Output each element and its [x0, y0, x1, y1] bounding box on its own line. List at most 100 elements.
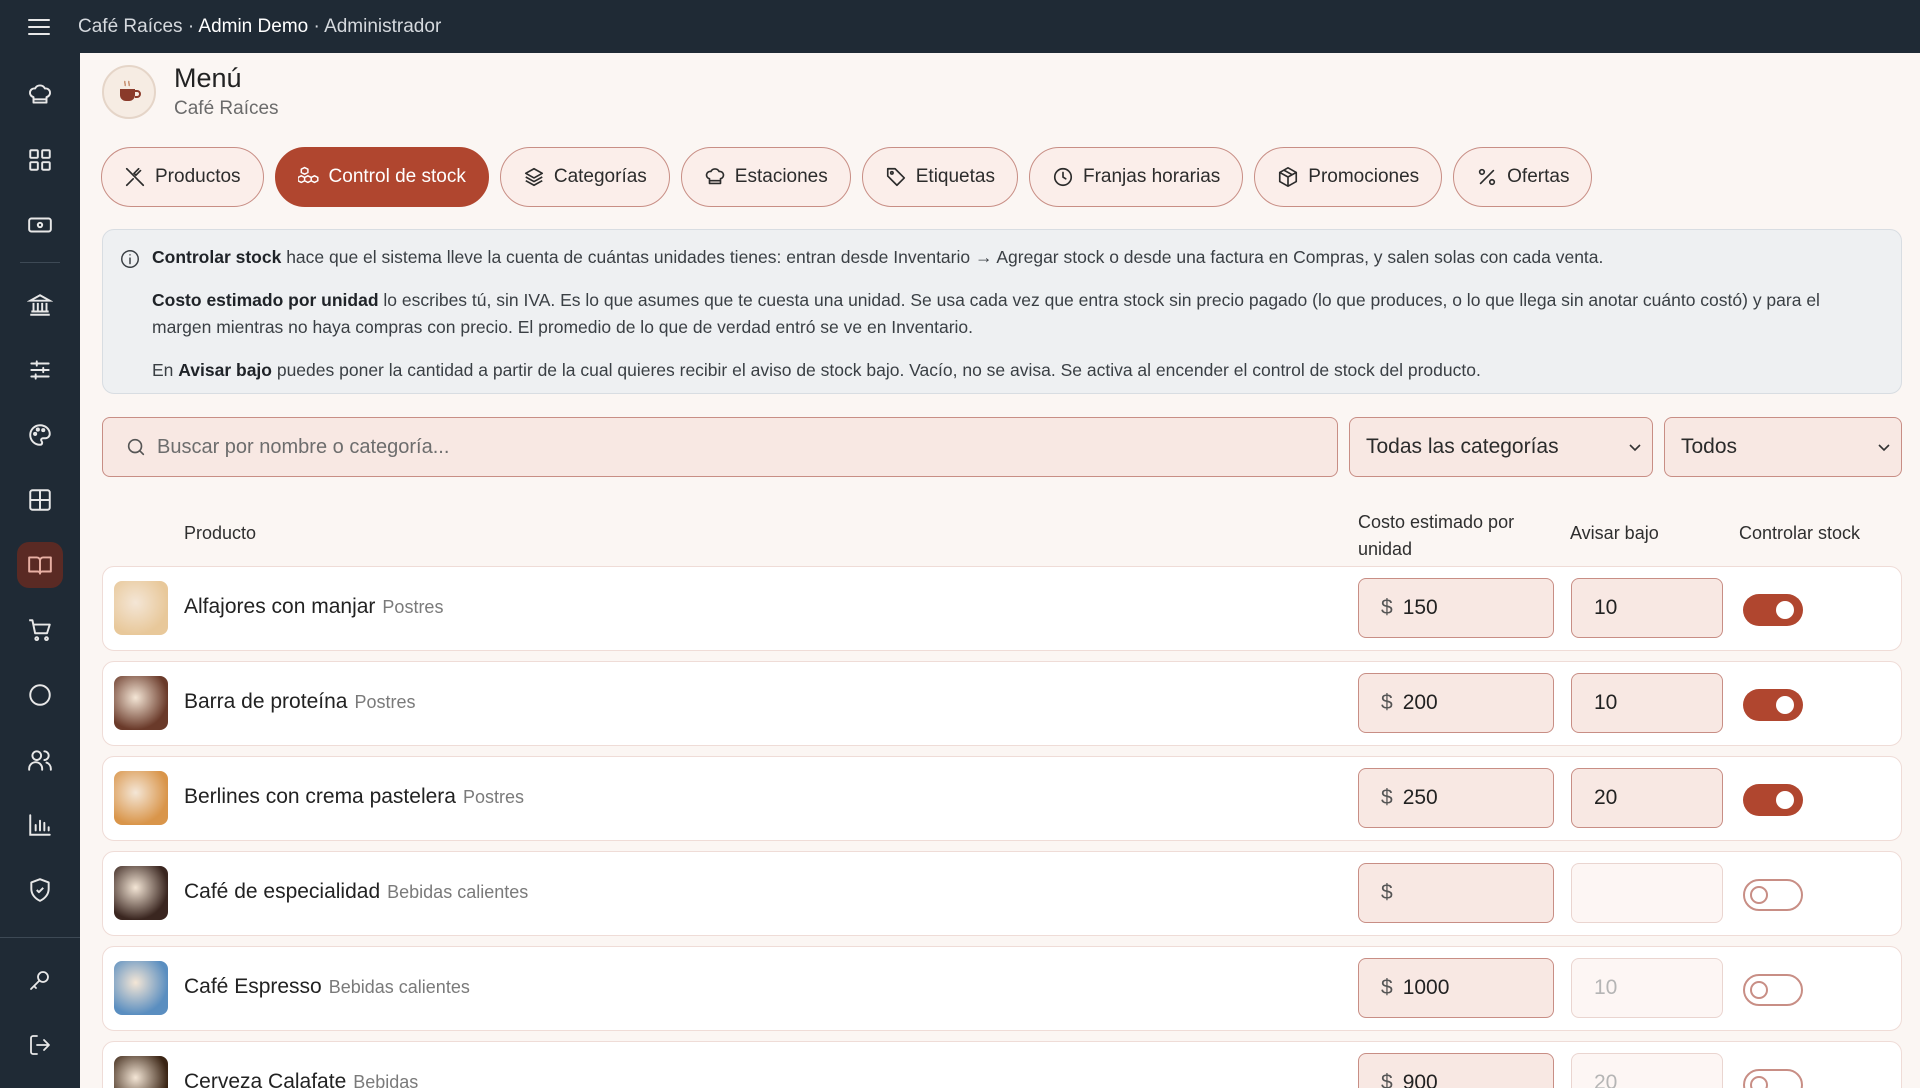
- chef-hat-icon[interactable]: [17, 72, 63, 118]
- circle-icon[interactable]: [17, 672, 63, 718]
- cost-input[interactable]: $900: [1358, 1053, 1554, 1088]
- low-stock-input[interactable]: 10: [1571, 578, 1723, 638]
- cafe-logo: [102, 64, 156, 119]
- book-icon[interactable]: [17, 542, 63, 588]
- low-stock-input[interactable]: 20: [1571, 768, 1723, 828]
- separator: ·: [313, 15, 320, 37]
- shield-check-icon[interactable]: [17, 867, 63, 913]
- bar-chart-icon[interactable]: [17, 802, 63, 848]
- tab-productos[interactable]: Productos: [101, 147, 264, 207]
- stock-control-toggle[interactable]: [1743, 974, 1803, 1006]
- product-name: Café de especialidad Bebidas calientes: [184, 880, 528, 904]
- page-header: Menú Café Raíces: [102, 63, 279, 120]
- product-category: Postres: [462, 787, 524, 807]
- low-stock-input[interactable]: 10: [1571, 958, 1723, 1018]
- info-icon: [121, 250, 139, 268]
- product-thumbnail: [114, 1056, 168, 1088]
- category-select[interactable]: Todas las categorías: [1349, 417, 1653, 477]
- user-role: Administrador: [324, 15, 442, 37]
- product-name: Cerveza Calafate Bebidas: [184, 1070, 418, 1088]
- tab-control-de-stock[interactable]: Control de stock: [274, 147, 489, 207]
- tab-promociones[interactable]: Promociones: [1254, 147, 1443, 207]
- tab-categorias[interactable]: Categorías: [499, 147, 670, 207]
- chef-hat-icon: [705, 168, 725, 185]
- tab-estaciones[interactable]: Estaciones: [680, 147, 851, 207]
- product-thumbnail: [114, 961, 168, 1015]
- palette-icon[interactable]: [17, 412, 63, 458]
- low-stock-value: 10: [1594, 691, 1618, 714]
- low-stock-value: 20: [1594, 786, 1618, 809]
- ticket-icon[interactable]: [17, 202, 63, 248]
- product-category: Postres: [354, 692, 416, 712]
- tab-label: Promociones: [1308, 166, 1420, 187]
- status-select[interactable]: Todos: [1664, 417, 1902, 477]
- product-thumbnail: [114, 581, 168, 635]
- search-input[interactable]: Buscar por nombre o categoría...: [102, 417, 1338, 477]
- low-stock-input[interactable]: 20: [1571, 1053, 1723, 1088]
- low-stock-value: 10: [1594, 976, 1618, 999]
- grid-icon[interactable]: [17, 137, 63, 183]
- sliders-icon[interactable]: [17, 347, 63, 393]
- stock-control-toggle[interactable]: [1743, 689, 1803, 721]
- info-paragraph: Costo estimado por unidad lo escribes tú…: [152, 290, 1820, 337]
- currency-symbol: $: [1381, 976, 1393, 999]
- header-product: Producto: [184, 523, 257, 543]
- tab-label: Etiquetas: [915, 166, 995, 187]
- tab-label: Franjas horarias: [1082, 166, 1221, 187]
- product-name-text: Berlines con crema pastelera: [184, 785, 456, 808]
- toggle-knob: [1750, 1076, 1768, 1088]
- low-stock-input[interactable]: [1571, 863, 1723, 923]
- bank-icon[interactable]: [17, 282, 63, 328]
- tab-ofertas[interactable]: Ofertas: [1453, 147, 1593, 207]
- table-row: Berlines con crema pastelera Postres $250 2…: [102, 756, 1902, 841]
- product-category: Bebidas: [353, 1072, 419, 1088]
- info-paragraph: En Avisar bajo puedes poner la cantidad …: [152, 360, 1481, 380]
- sidebar-divider: [20, 262, 60, 263]
- toggle-knob: [1776, 696, 1794, 714]
- stock-control-toggle[interactable]: [1743, 594, 1803, 626]
- cost-input[interactable]: $: [1358, 863, 1554, 923]
- search-placeholder: Buscar por nombre o categoría...: [157, 435, 450, 458]
- search-icon: [127, 438, 145, 456]
- tab-franjas-horarias[interactable]: Franjas horarias: [1028, 147, 1244, 207]
- cost-value: 900: [1402, 1071, 1438, 1088]
- cart-icon[interactable]: [17, 607, 63, 653]
- category-select-value: Todas las categorías: [1366, 435, 1559, 458]
- users-icon[interactable]: [17, 737, 63, 783]
- product-thumbnail: [114, 676, 168, 730]
- product-name-text: Alfajores con manjar: [184, 595, 376, 618]
- product-name-text: Barra de proteína: [184, 690, 348, 713]
- product-category: Postres: [382, 597, 444, 617]
- layers-icon: [524, 167, 543, 187]
- cost-input[interactable]: $150: [1358, 578, 1554, 638]
- main-content: Menú Café Raíces Productos Control de st…: [80, 53, 1920, 1088]
- header-cost: Costo estimado por unidad: [1358, 512, 1515, 559]
- low-stock-value: 20: [1594, 1071, 1618, 1088]
- table-grid-icon[interactable]: [17, 477, 63, 523]
- cost-input[interactable]: $200: [1358, 673, 1554, 733]
- low-stock-input[interactable]: 10: [1571, 673, 1723, 733]
- product-name-text: Café de especialidad: [184, 880, 381, 903]
- stock-control-toggle[interactable]: [1743, 784, 1803, 816]
- stock-control-toggle[interactable]: [1743, 879, 1803, 911]
- toggle-knob: [1776, 791, 1794, 809]
- tab-etiquetas[interactable]: Etiquetas: [861, 147, 1018, 207]
- logout-icon[interactable]: [17, 1022, 63, 1068]
- product-name: Barra de proteína Postres: [184, 690, 415, 714]
- hamburger-menu-icon[interactable]: [0, 0, 78, 53]
- product-thumbnail: [114, 866, 168, 920]
- table-row: Café de especialidad Bebidas calientes $: [102, 851, 1902, 936]
- key-icon[interactable]: [17, 957, 63, 1003]
- cost-value: 250: [1402, 786, 1438, 809]
- product-thumbnail: [114, 771, 168, 825]
- chevron-down-icon: [1878, 444, 1890, 452]
- page-title: Menú: [174, 63, 242, 93]
- low-stock-value: 10: [1594, 596, 1618, 619]
- app-name: Café Raíces: [78, 15, 183, 37]
- info-paragraph: Controlar stock hace que el sistema llev…: [152, 247, 1604, 267]
- table-header: Producto Costo estimado por unidad Avisa…: [102, 499, 1902, 569]
- cost-input[interactable]: $250: [1358, 768, 1554, 828]
- header-control: Controlar stock: [1739, 523, 1861, 543]
- stock-control-toggle[interactable]: [1743, 1069, 1803, 1088]
- cost-input[interactable]: $1000: [1358, 958, 1554, 1018]
